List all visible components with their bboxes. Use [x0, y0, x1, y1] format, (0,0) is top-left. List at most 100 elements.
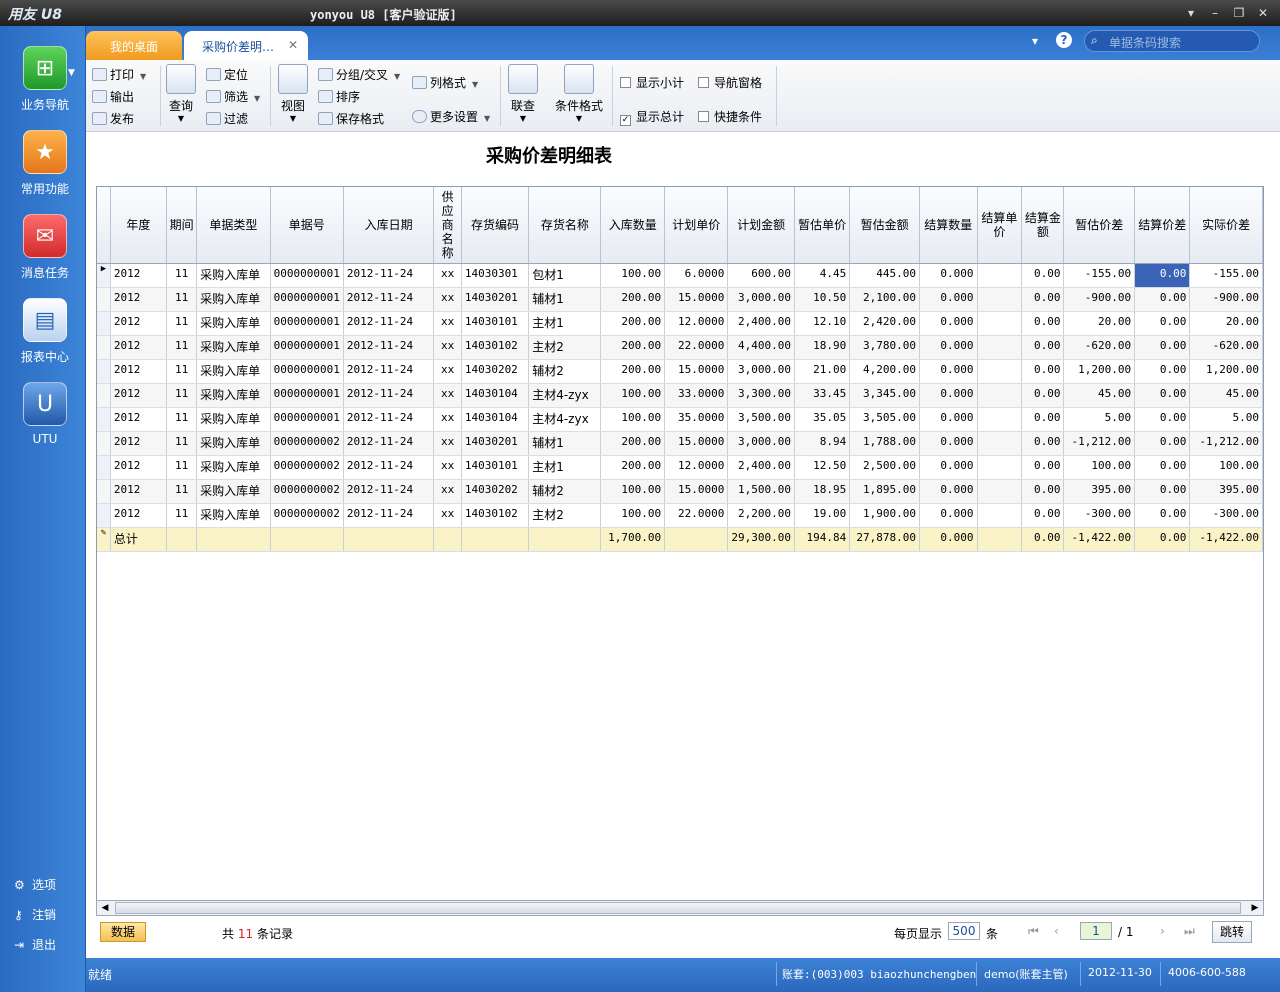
table-cell[interactable]: 0.000 [919, 263, 978, 288]
view-button[interactable]: 视图 ▼ [278, 64, 308, 123]
scroll-thumb[interactable] [115, 902, 1241, 914]
table-cell[interactable]: 2012-11-24 [343, 383, 435, 408]
minimize-icon[interactable]: – [1206, 4, 1224, 22]
table-cell[interactable]: 4,400.00 [727, 335, 795, 360]
table-cell[interactable]: 22.0000 [664, 503, 729, 528]
table-cell[interactable]: 3,300.00 [727, 383, 795, 408]
table-cell[interactable]: 0.00 [1134, 383, 1191, 408]
table-cell[interactable]: 0.00 [1021, 263, 1065, 288]
table-cell[interactable]: 5.00 [1063, 407, 1136, 432]
table-cell[interactable]: 3,000.00 [727, 287, 795, 312]
table-cell[interactable] [166, 527, 198, 552]
table-cell[interactable]: 2012 [110, 503, 168, 528]
table-cell[interactable]: 0.00 [1021, 455, 1065, 480]
sidebar-item-utu[interactable]: U UTU [8, 382, 82, 446]
table-cell[interactable]: 11 [166, 287, 198, 312]
table-cell[interactable]: 2012-11-24 [343, 407, 435, 432]
scroll-left-icon[interactable]: ◀ [97, 901, 113, 915]
table-cell[interactable]: -1,212.00 [1189, 431, 1263, 456]
dropdown-icon[interactable]: ▾ [1032, 34, 1038, 48]
table-cell[interactable]: -620.00 [1063, 335, 1136, 360]
table-cell[interactable]: 0000000001 [270, 263, 344, 288]
table-cell[interactable]: 0.000 [919, 431, 978, 456]
locate-button[interactable]: 定位 [206, 66, 248, 83]
table-cell[interactable]: 1,900.00 [849, 503, 920, 528]
table-cell[interactable]: 200.00 [600, 431, 666, 456]
table-cell[interactable]: 1,895.00 [849, 479, 920, 504]
table-row[interactable]: 2012 11 采购入库单 0000000002 2012-11-24 xx 1403020… [97, 431, 1263, 456]
table-cell[interactable] [461, 527, 530, 552]
table-cell[interactable]: 15.0000 [664, 287, 729, 312]
table-cell[interactable]: 11 [166, 335, 198, 360]
table-cell[interactable]: 200.00 [600, 335, 666, 360]
table-cell[interactable]: 14030104 [461, 383, 530, 408]
total-row[interactable]: ✎ 总计 1,700.00 29,300.00 194.84 27,878.00 0.000… [97, 527, 1263, 552]
table-cell[interactable]: 0000000001 [270, 407, 344, 432]
column-header[interactable]: 期间 [166, 187, 198, 264]
link-query-button[interactable]: 联查 ▼ [508, 64, 538, 123]
table-row[interactable]: 2012 11 采购入库单 0000000002 2012-11-24 xx 1403010… [97, 503, 1263, 528]
table-cell[interactable]: 2012 [110, 407, 168, 432]
table-cell[interactable]: 0.000 [919, 455, 978, 480]
table-cell[interactable]: 2,500.00 [849, 455, 920, 480]
table-cell[interactable]: 3,345.00 [849, 383, 920, 408]
table-cell[interactable]: 0000000001 [270, 335, 344, 360]
table-cell[interactable]: 445.00 [849, 263, 920, 288]
close-icon[interactable]: ✕ [1254, 4, 1272, 22]
table-cell[interactable]: xx [433, 431, 462, 456]
table-cell[interactable]: 3,500.00 [727, 407, 795, 432]
exit-button[interactable]: ⇥ 退出 [14, 936, 56, 953]
column-header[interactable]: 存货编码 [461, 187, 530, 264]
table-cell[interactable]: 0.000 [919, 383, 978, 408]
table-cell[interactable]: 45.00 [1189, 383, 1263, 408]
table-row[interactable]: 2012 11 采购入库单 0000000001 2012-11-24 xx 1403010… [97, 311, 1263, 336]
column-header[interactable]: 单据号 [270, 187, 344, 264]
table-cell[interactable]: 2012-11-24 [343, 263, 435, 288]
table-cell[interactable]: xx [433, 335, 462, 360]
table-cell[interactable]: 2,200.00 [727, 503, 795, 528]
table-cell[interactable]: 采购入库单 [196, 359, 271, 384]
page-input[interactable]: 1 [1080, 922, 1112, 940]
refine-button[interactable]: 过滤 [206, 110, 248, 127]
table-cell[interactable]: 2012 [110, 455, 168, 480]
table-cell[interactable] [977, 311, 1023, 336]
table-cell[interactable]: 采购入库单 [196, 455, 271, 480]
table-cell[interactable]: 2012 [110, 335, 168, 360]
table-cell[interactable]: 12.0000 [664, 455, 729, 480]
table-cell[interactable]: 395.00 [1189, 479, 1263, 504]
table-cell[interactable]: 200.00 [600, 455, 666, 480]
table-cell[interactable]: 100.00 [1189, 455, 1263, 480]
column-header[interactable]: 结算价差 [1134, 187, 1191, 264]
table-cell[interactable]: 4.45 [794, 263, 851, 288]
table-cell[interactable]: 采购入库单 [196, 503, 271, 528]
per-page-input[interactable]: 500 [948, 922, 980, 940]
table-cell[interactable] [433, 527, 462, 552]
table-cell[interactable]: 0000000002 [270, 455, 344, 480]
table-cell[interactable]: 15.0000 [664, 431, 729, 456]
table-cell[interactable]: 2012 [110, 311, 168, 336]
tab-my-desktop[interactable]: 我的桌面 [86, 31, 182, 60]
table-cell[interactable]: 0000000002 [270, 479, 344, 504]
table-cell[interactable]: 33.45 [794, 383, 851, 408]
table-cell[interactable]: 14030101 [461, 455, 530, 480]
table-cell[interactable]: 2012 [110, 287, 168, 312]
table-cell[interactable]: xx [433, 359, 462, 384]
table-cell[interactable]: 194.84 [794, 527, 851, 552]
table-cell[interactable] [977, 383, 1023, 408]
table-cell[interactable] [270, 527, 344, 552]
table-cell[interactable]: 12.10 [794, 311, 851, 336]
column-header[interactable]: 暂估金额 [849, 187, 920, 264]
table-cell[interactable]: 辅材2 [528, 479, 602, 504]
table-cell[interactable]: -155.00 [1063, 263, 1136, 288]
table-cell[interactable]: 2012-11-24 [343, 431, 435, 456]
table-cell[interactable]: 采购入库单 [196, 311, 271, 336]
table-cell[interactable]: 1,200.00 [1063, 359, 1136, 384]
table-cell[interactable]: 采购入库单 [196, 263, 271, 288]
table-cell[interactable]: 2,100.00 [849, 287, 920, 312]
table-cell[interactable]: 0.00 [1021, 359, 1065, 384]
table-cell[interactable]: 200.00 [600, 311, 666, 336]
sidebar-item-business-nav[interactable]: ⊞ 业务导航 [8, 46, 82, 113]
table-cell[interactable]: 2012-11-24 [343, 479, 435, 504]
expand-caret-icon[interactable]: ▼ [68, 68, 75, 78]
horizontal-scrollbar[interactable]: ◀ ▶ [96, 900, 1264, 916]
